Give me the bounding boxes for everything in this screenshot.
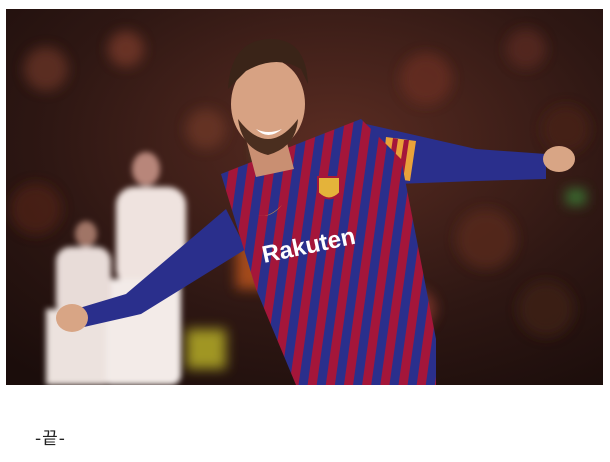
caption-end-mark: -끝- — [35, 429, 66, 449]
photo: Rakuten — [6, 9, 603, 385]
